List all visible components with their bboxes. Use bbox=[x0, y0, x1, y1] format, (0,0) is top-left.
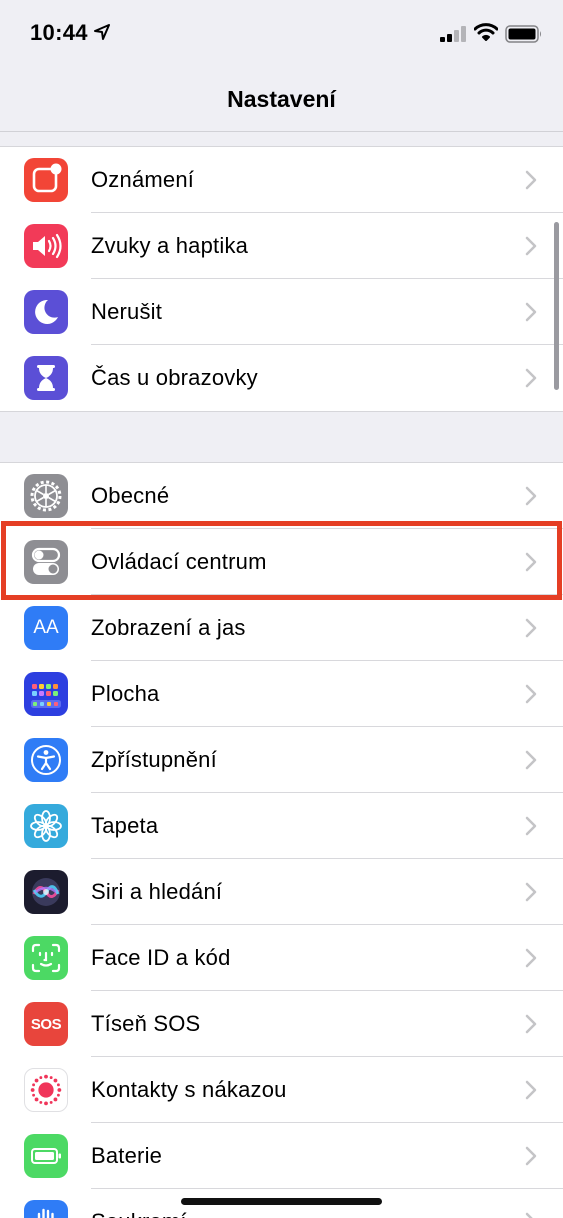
chevron-right-icon bbox=[525, 368, 537, 388]
settings-row-wallpaper[interactable]: Tapeta bbox=[0, 793, 563, 859]
row-label: Obecné bbox=[91, 483, 170, 508]
home-indicator[interactable] bbox=[181, 1198, 382, 1205]
row-label: Zobrazení a jas bbox=[91, 615, 246, 640]
location-arrow-icon bbox=[94, 24, 110, 40]
chevron-right-icon bbox=[525, 486, 537, 506]
siri-icon bbox=[24, 870, 68, 914]
chevron-right-icon bbox=[525, 170, 537, 190]
hourglass-icon bbox=[24, 356, 68, 400]
cellular-signal-icon bbox=[440, 26, 466, 42]
settings-row-exposure-notifications[interactable]: Kontakty s nákazou bbox=[0, 1057, 563, 1123]
row-label: Face ID a kód bbox=[91, 945, 231, 970]
settings-row-battery[interactable]: Baterie bbox=[0, 1123, 563, 1189]
settings-row-display[interactable]: AA Zobrazení a jas bbox=[0, 595, 563, 661]
highlight-frame bbox=[1, 521, 562, 600]
flower-icon bbox=[24, 804, 68, 848]
status-bar: 10:44 bbox=[0, 0, 563, 66]
face-id-icon bbox=[24, 936, 68, 980]
row-label: Tapeta bbox=[91, 813, 159, 838]
settings-row-home-screen[interactable]: Plocha bbox=[0, 661, 563, 727]
battery-icon bbox=[24, 1134, 68, 1178]
row-label: Plocha bbox=[91, 681, 160, 706]
scroll-indicator[interactable] bbox=[554, 222, 559, 390]
row-label: Baterie bbox=[91, 1143, 163, 1168]
row-label: Siri a hledání bbox=[91, 879, 223, 904]
chevron-right-icon bbox=[525, 750, 537, 770]
chevron-right-icon bbox=[525, 1014, 537, 1034]
chevron-right-icon bbox=[525, 948, 537, 968]
chevron-right-icon bbox=[525, 236, 537, 256]
home-screen-icon bbox=[24, 672, 68, 716]
navigation-bar: Nastavení bbox=[0, 66, 563, 132]
row-label: Tíseň SOS bbox=[91, 1011, 201, 1036]
moon-icon bbox=[24, 290, 68, 334]
chevron-right-icon bbox=[525, 302, 537, 322]
settings-row-general[interactable]: Obecné bbox=[0, 463, 563, 529]
settings-row-emergency-sos[interactable]: SOS Tíseň SOS bbox=[0, 991, 563, 1057]
sos-glyph: SOS bbox=[30, 1015, 62, 1033]
sounds-icon bbox=[24, 224, 68, 268]
chevron-right-icon bbox=[525, 816, 537, 836]
row-label: Kontakty s nákazou bbox=[91, 1077, 287, 1102]
row-label: Čas u obrazovky bbox=[91, 365, 258, 390]
settings-row-screen-time[interactable]: Čas u obrazovky bbox=[0, 345, 563, 411]
chevron-right-icon bbox=[525, 618, 537, 638]
chevron-right-icon bbox=[525, 1080, 537, 1100]
privacy-hand-icon bbox=[24, 1200, 68, 1218]
sos-icon: SOS bbox=[24, 1002, 68, 1046]
text-size-glyph: AA bbox=[33, 617, 59, 638]
row-label: Zvuky a haptika bbox=[91, 233, 249, 258]
settings-row-sounds[interactable]: Zvuky a haptika bbox=[0, 213, 563, 279]
exposure-icon bbox=[24, 1068, 68, 1112]
accessibility-icon bbox=[24, 738, 68, 782]
settings-row-siri[interactable]: Siri a hledání bbox=[0, 859, 563, 925]
wifi-icon bbox=[474, 23, 498, 41]
gear-icon bbox=[24, 474, 68, 518]
chevron-right-icon bbox=[525, 1146, 537, 1166]
battery-status-icon bbox=[505, 25, 541, 43]
settings-row-face-id[interactable]: Face ID a kód bbox=[0, 925, 563, 991]
status-time: 10:44 bbox=[30, 20, 88, 45]
row-label: Nerušit bbox=[91, 299, 163, 324]
settings-row-accessibility[interactable]: Zpřístupnění bbox=[0, 727, 563, 793]
chevron-right-icon bbox=[525, 1212, 533, 1218]
text-size-icon: AA bbox=[24, 606, 68, 650]
page-title: Nastavení bbox=[227, 86, 336, 112]
settings-row-notifications[interactable]: Oznámení bbox=[0, 147, 563, 213]
chevron-right-icon bbox=[525, 882, 537, 902]
notifications-icon bbox=[24, 158, 68, 202]
chevron-right-icon bbox=[525, 684, 537, 704]
row-label: Zpřístupnění bbox=[91, 747, 217, 772]
settings-row-do-not-disturb[interactable]: Nerušit bbox=[0, 279, 563, 345]
settings-group-1: Oznámení Zvuky a haptika Nerušit Čas u o… bbox=[0, 146, 563, 412]
row-label: Soukromí bbox=[91, 1209, 187, 1218]
row-label: Oznámení bbox=[91, 167, 195, 192]
